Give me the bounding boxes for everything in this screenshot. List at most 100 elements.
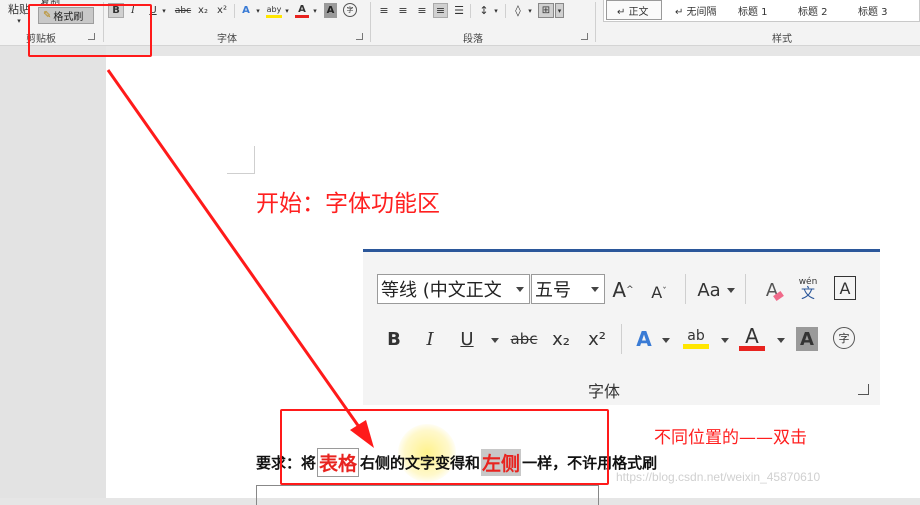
- line-spacing-dropdown-icon[interactable]: ▾: [492, 3, 500, 18]
- char-border-button[interactable]: A: [834, 276, 856, 300]
- style-normal[interactable]: ↵ 正文: [606, 0, 662, 20]
- font-size-combobox[interactable]: 五号: [531, 274, 605, 304]
- zoom-underline-dropdown-icon[interactable]: [491, 338, 499, 343]
- navigation-pane: [0, 46, 106, 498]
- zoom-strike-label: abc: [510, 330, 538, 348]
- font-color-button[interactable]: A: [295, 3, 309, 18]
- para-divider: [470, 4, 471, 18]
- zoom-underline-button[interactable]: U: [454, 325, 480, 353]
- grow-caret-icon: ^: [626, 285, 634, 295]
- document-heading: 开始：字体功能区: [256, 191, 440, 217]
- clear-formatting-button[interactable]: A: [759, 276, 785, 304]
- font-launcher-icon[interactable]: [356, 33, 363, 40]
- line-spacing-button[interactable]: ↕: [476, 3, 492, 18]
- zoom-subscript-button[interactable]: x₂: [548, 325, 574, 353]
- underline-dropdown-icon[interactable]: ▾: [160, 3, 168, 18]
- strike-label: abc: [174, 5, 192, 16]
- group-divider: [370, 2, 371, 42]
- style-heading-2[interactable]: 标题 2: [788, 0, 846, 20]
- paragraph-group-label: 段落: [463, 34, 483, 45]
- styles-group-label: 样式: [772, 34, 792, 45]
- zoom-strikethrough-button[interactable]: abc: [508, 325, 540, 353]
- subscript-button[interactable]: x₂: [196, 3, 210, 18]
- zoom-font-color-button[interactable]: A: [739, 324, 765, 352]
- zoom-highlight-dropdown-icon[interactable]: [721, 338, 729, 343]
- align-left-button[interactable]: ≡: [377, 3, 391, 18]
- change-case-button[interactable]: Aa: [694, 276, 724, 304]
- highlight-button[interactable]: aby: [266, 3, 282, 18]
- zoom-font-launcher-icon[interactable]: [858, 384, 869, 395]
- font-name-dropdown-icon[interactable]: [516, 287, 524, 292]
- strikethrough-button[interactable]: abc: [175, 3, 191, 18]
- font-divider: [234, 4, 235, 18]
- style-no-spacing-label: ↵ 无间隔: [675, 6, 717, 18]
- highlight-label: aby: [266, 4, 282, 14]
- highlight-dropdown-icon[interactable]: ▾: [283, 3, 291, 18]
- grow-font-button[interactable]: A ^: [610, 276, 636, 304]
- phonetic-bottom-label: 文: [801, 286, 815, 302]
- zoom-highlight-label: ab: [687, 327, 705, 344]
- align-center-button[interactable]: ≡: [396, 3, 410, 18]
- zoom-text-effect-dropdown-icon[interactable]: [662, 338, 670, 343]
- change-case-dropdown-icon[interactable]: [727, 288, 735, 293]
- zoom-font-color-dropdown-icon[interactable]: [777, 338, 785, 343]
- align-right-button[interactable]: ≡: [415, 3, 429, 18]
- justify-button[interactable]: ≡: [433, 3, 448, 18]
- font-color-label: A: [298, 3, 306, 15]
- font-color-dropdown-icon[interactable]: ▾: [311, 3, 319, 18]
- zoom-underline-label: U: [460, 328, 474, 350]
- phonetic-guide-button[interactable]: wén 文: [795, 274, 821, 302]
- group-divider: [595, 2, 596, 42]
- distributed-button[interactable]: ☰: [452, 3, 466, 18]
- shading-dropdown-icon[interactable]: ▾: [526, 3, 534, 18]
- grow-font-label: A: [612, 278, 627, 302]
- style-heading-3[interactable]: 标题 3: [848, 0, 908, 20]
- zoom-subscript-label: x₂: [552, 328, 570, 350]
- zoom-text-effect-button[interactable]: A: [631, 325, 657, 353]
- style-heading-1[interactable]: 标题 1: [728, 0, 786, 20]
- highlight-color-bar: [683, 343, 709, 349]
- font-group-zoom-panel: 等线 (中文正文 五号 A ^ Aˇ Aa A wén 文 A B I U abc…: [363, 249, 880, 405]
- change-case-label: Aa: [697, 279, 721, 301]
- style-heading-2-label: 标题 2: [798, 6, 828, 18]
- subscript-label: x₂: [198, 5, 208, 16]
- text-effect-dropdown-icon[interactable]: ▾: [254, 3, 262, 18]
- zoom-italic-button[interactable]: I: [417, 325, 443, 353]
- zoom-bold-label: B: [387, 328, 401, 350]
- font-group-label: 字体: [217, 34, 237, 45]
- annotation-note: 不同位置的——双击: [654, 428, 807, 448]
- enclose-char-label: 字: [346, 6, 354, 14]
- watermark: https://blog.csdn.net/weixin_45870610: [616, 470, 821, 484]
- shrink-font-button[interactable]: Aˇ: [646, 278, 672, 306]
- font-size-dropdown-icon[interactable]: [591, 287, 599, 292]
- char-shading-button[interactable]: A: [324, 3, 337, 18]
- borders-dropdown-icon[interactable]: ▾: [555, 3, 564, 18]
- style-heading-3-label: 标题 3: [858, 6, 888, 18]
- font-name-combobox[interactable]: 等线 (中文正文: [377, 274, 530, 304]
- font-size-value: 五号: [535, 280, 571, 301]
- zoom-bold-button[interactable]: B: [381, 325, 407, 353]
- zoom-divider: [745, 274, 746, 304]
- zoom-char-shading-label: A: [800, 328, 814, 350]
- shrink-font-label: A: [651, 282, 663, 302]
- zoom-enclose-char-button[interactable]: 字: [833, 327, 855, 349]
- page-margin-corner: [227, 146, 255, 174]
- shading-button[interactable]: ◊: [510, 3, 526, 18]
- zoom-divider: [621, 324, 622, 354]
- zoom-superscript-button[interactable]: x²: [584, 325, 610, 353]
- superscript-button[interactable]: x²: [215, 3, 229, 18]
- zoom-char-shading-button[interactable]: A: [796, 327, 818, 351]
- shrink-caret-icon: ˇ: [662, 287, 667, 297]
- enclose-char-button[interactable]: 字: [343, 3, 357, 17]
- zoom-text-effect-label: A: [636, 327, 652, 351]
- borders-button[interactable]: ⊞: [538, 3, 554, 18]
- annotation-box-format-painter: [28, 4, 152, 57]
- text-effect-button[interactable]: A: [239, 3, 253, 18]
- paragraph-launcher-icon[interactable]: [581, 33, 588, 40]
- para-divider: [505, 4, 506, 18]
- text-effect-label: A: [242, 5, 250, 16]
- zoom-highlight-button[interactable]: ab: [683, 324, 709, 352]
- style-no-spacing[interactable]: ↵ 无间隔: [665, 0, 723, 20]
- zoom-italic-label: I: [426, 328, 434, 350]
- zoom-superscript-label: x²: [588, 328, 606, 350]
